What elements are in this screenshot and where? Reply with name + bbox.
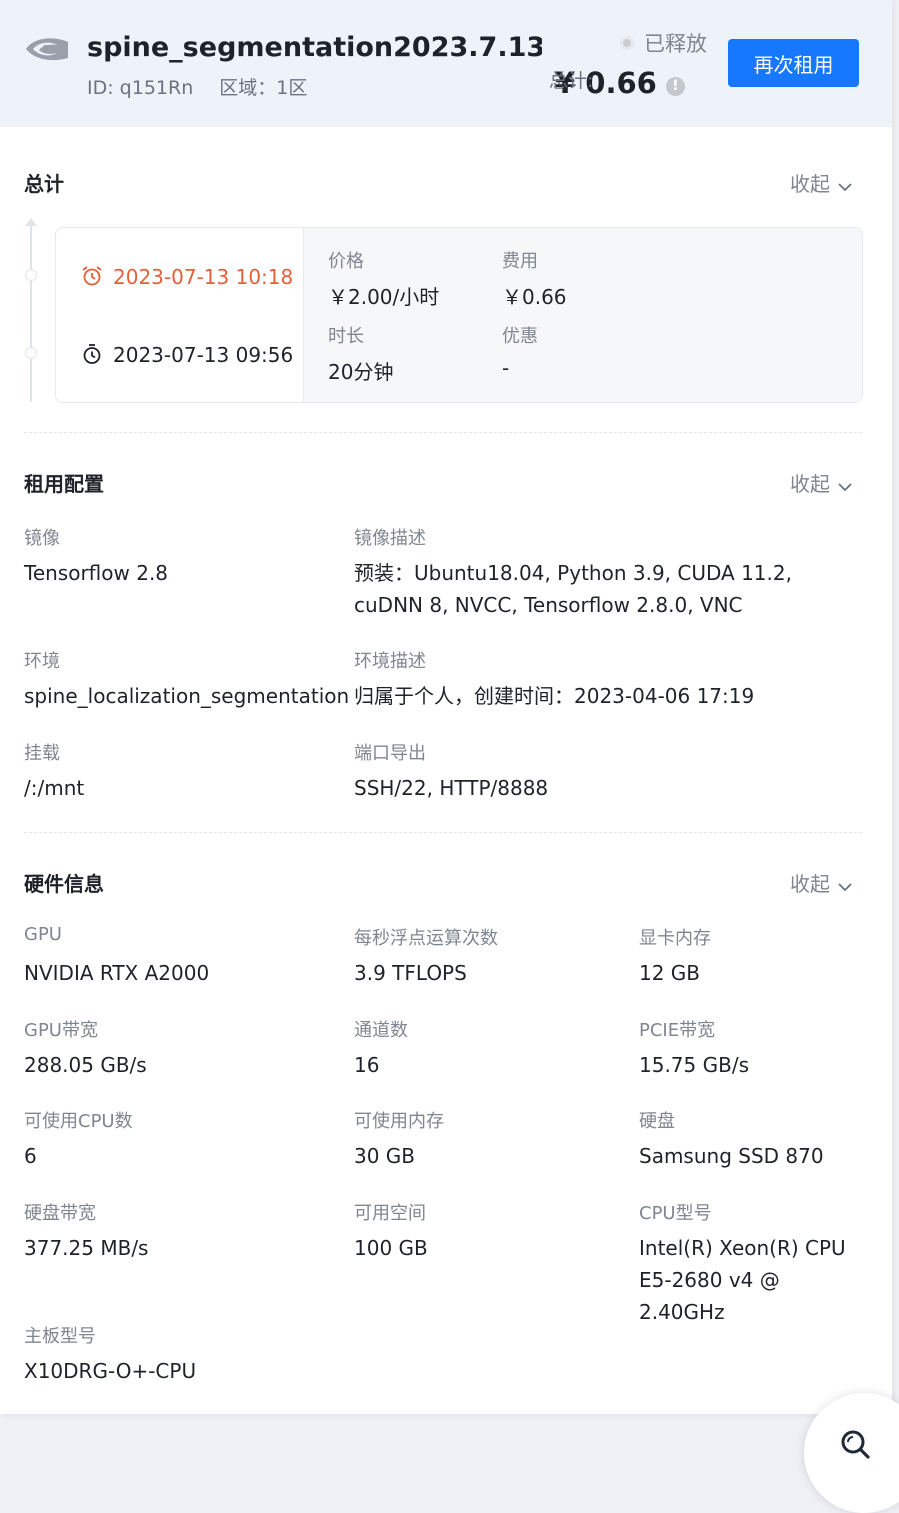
disk-value: Samsung SSD 870 xyxy=(639,1144,824,1168)
gpu-bandwidth-value: 288.05 GB/s xyxy=(24,1053,147,1077)
section-divider xyxy=(24,832,862,833)
chevron-down-icon xyxy=(838,883,852,892)
env-value: spine_localization_segmentation xyxy=(24,684,350,708)
disk-bandwidth-value: 377.25 MB/s xyxy=(24,1236,149,1260)
price-label: 价格 xyxy=(328,251,364,272)
duration-value: 20分钟 xyxy=(328,360,394,384)
instance-detail-panel: spine_segmentation2023.7.13-t... ID: q15… xyxy=(0,0,892,1414)
stopwatch-icon xyxy=(83,344,101,364)
duration-label: 时长 xyxy=(328,326,364,347)
disk-bandwidth-label: 硬盘带宽 xyxy=(24,1203,96,1224)
discount-label: 优惠 xyxy=(502,326,538,347)
image-desc-value: 预装：Ubuntu18.04, Python 3.9, CUDA 11.2, c… xyxy=(354,561,792,617)
space-label: 可用空间 xyxy=(354,1203,426,1224)
timeline-line xyxy=(30,220,32,402)
flops-label: 每秒浮点运算次数 xyxy=(354,928,498,949)
mount-value: /:/mnt xyxy=(24,776,85,800)
gpu-bandwidth-label: GPU带宽 xyxy=(24,1020,98,1041)
collapse-label: 收起 xyxy=(790,872,830,896)
status-badge: 已释放 xyxy=(620,28,707,58)
image-value: Tensorflow 2.8 xyxy=(24,561,169,585)
disk-label: 硬盘 xyxy=(639,1111,675,1132)
collapse-label: 收起 xyxy=(790,472,830,496)
summary-section-title: 总计 xyxy=(24,172,64,196)
pcie-label: PCIE带宽 xyxy=(639,1020,716,1041)
config-collapse-button[interactable]: 收起 xyxy=(790,468,852,497)
search-icon xyxy=(841,1430,870,1459)
start-time: 2023-07-13 09:56 xyxy=(113,343,294,367)
cpu-count-value: 6 xyxy=(24,1144,37,1168)
section-divider xyxy=(24,432,862,433)
cost-label: 费用 xyxy=(502,251,538,272)
flops-value: 3.9 TFLOPS xyxy=(354,961,467,985)
chevron-down-icon xyxy=(838,483,852,492)
price-value: ￥2.00/小时 xyxy=(328,285,440,309)
cpu-model-value: Intel(R) Xeon(R) CPU E5-2680 v4 @ 2.40GH… xyxy=(639,1236,846,1324)
end-time-row: 2023-07-13 10:18 xyxy=(81,265,293,289)
cpu-model-label: CPU型号 xyxy=(639,1203,712,1224)
hardware-section-title: 硬件信息 xyxy=(24,872,104,896)
status-dot-icon xyxy=(620,36,634,50)
gpu-value: NVIDIA RTX A2000 xyxy=(24,961,210,985)
ports-label: 端口导出 xyxy=(354,743,426,764)
timeline-dot-start xyxy=(25,347,37,359)
hardware-collapse-button[interactable]: 收起 xyxy=(790,868,852,897)
summary-collapse-button[interactable]: 收起 xyxy=(790,168,852,197)
total-cost: 总计: ¥ 0.66 ! xyxy=(549,66,685,100)
env-label: 环境 xyxy=(24,651,60,672)
nvidia-logo-icon xyxy=(24,34,70,64)
billing-details: 价格 ￥2.00/小时 费用 ￥0.66 时长 20分钟 优惠 - xyxy=(303,228,862,402)
discount-value: - xyxy=(502,356,510,380)
cpu-count-label: 可使用CPU数 xyxy=(24,1111,133,1132)
start-time-row: 2023-07-13 09:56 xyxy=(81,343,293,367)
memory-value: 30 GB xyxy=(354,1144,416,1168)
timeline-dot-end xyxy=(25,269,37,281)
mount-label: 挂载 xyxy=(24,743,60,764)
env-desc-value: 归属于个人，创建时间：2023-04-06 17:19 xyxy=(354,684,755,708)
end-time: 2023-07-13 10:18 xyxy=(113,265,294,289)
image-desc-label: 镜像描述 xyxy=(354,528,426,549)
board-label: 主板型号 xyxy=(24,1326,96,1347)
instance-header: spine_segmentation2023.7.13-t... ID: q15… xyxy=(0,0,892,127)
instance-title: spine_segmentation2023.7.13-t... xyxy=(87,32,542,63)
vram-value: 12 GB xyxy=(639,961,701,985)
memory-label: 可使用内存 xyxy=(354,1111,444,1132)
channels-label: 通道数 xyxy=(354,1020,408,1041)
env-desc-label: 环境描述 xyxy=(354,651,426,672)
info-icon[interactable]: ! xyxy=(665,77,685,96)
gpu-label: GPU xyxy=(24,924,62,945)
board-value: X10DRG-O+-CPU xyxy=(24,1359,197,1383)
ports-value: SSH/22, HTTP/8888 xyxy=(354,776,549,800)
image-label: 镜像 xyxy=(24,528,60,549)
chevron-down-icon xyxy=(838,183,852,192)
channels-value: 16 xyxy=(354,1053,380,1077)
status-text: 已释放 xyxy=(644,32,707,56)
total-label: 总计: xyxy=(549,70,594,92)
instance-subinfo: ID: q151Rn 区域：1区 xyxy=(87,73,327,100)
instance-region: 区域：1区 xyxy=(219,77,308,99)
alarm-clock-icon xyxy=(82,266,102,286)
space-value: 100 GB xyxy=(354,1236,428,1260)
rerent-button[interactable]: 再次租用 xyxy=(728,39,859,87)
billing-card: 2023-07-13 10:18 2023-07-13 09:56 价格 ￥2.… xyxy=(55,227,863,403)
vram-label: 显卡内存 xyxy=(639,928,711,949)
cost-value: ￥0.66 xyxy=(502,285,567,309)
instance-id: ID: q151Rn xyxy=(87,77,194,99)
config-section-title: 租用配置 xyxy=(24,472,104,496)
collapse-label: 收起 xyxy=(790,172,830,196)
pcie-value: 15.75 GB/s xyxy=(639,1053,749,1077)
